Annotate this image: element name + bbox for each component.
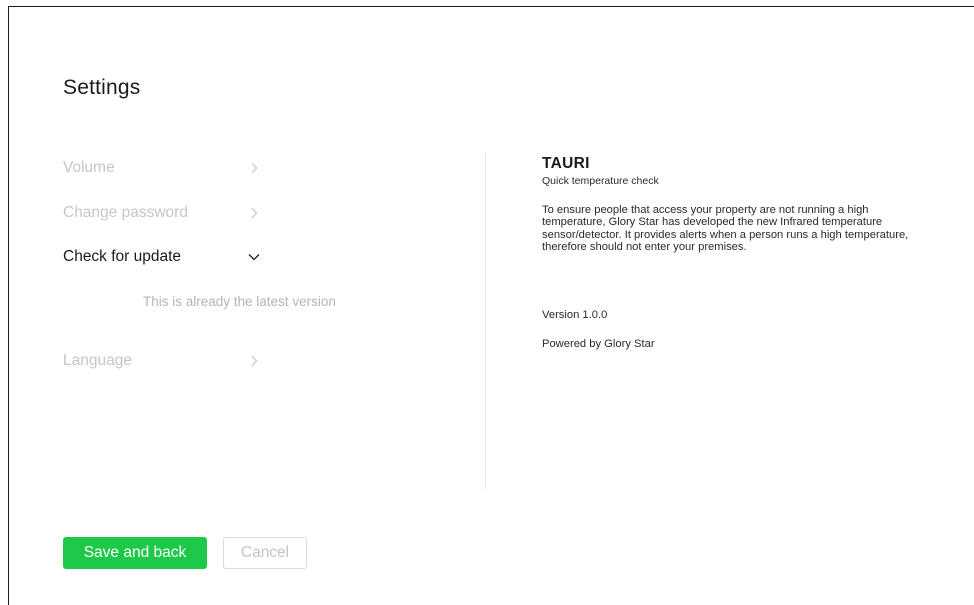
menu-item-label: Language bbox=[63, 352, 132, 369]
menu-item-change-password[interactable]: Change password bbox=[63, 200, 273, 226]
chevron-down-icon bbox=[247, 250, 261, 264]
menu-item-label: Check for update bbox=[63, 248, 182, 265]
menu-item-check-for-update[interactable]: Check for update bbox=[63, 244, 273, 270]
menu-item-label: Volume bbox=[63, 159, 115, 176]
chevron-right-icon bbox=[247, 206, 261, 220]
chevron-right-icon bbox=[247, 161, 261, 175]
powered-by-text: Powered by Glory Star bbox=[542, 338, 655, 350]
chevron-right-icon bbox=[247, 354, 261, 368]
menu-item-language[interactable]: Language bbox=[63, 348, 273, 374]
app-tagline: Quick temperature check bbox=[542, 175, 659, 187]
about-panel: TAURI Quick temperature check To ensure … bbox=[542, 155, 912, 350]
cancel-button[interactable]: Cancel bbox=[223, 537, 307, 569]
vertical-divider bbox=[485, 152, 486, 489]
version-text: Version 1.0.0 bbox=[542, 309, 608, 321]
page-title: Settings bbox=[63, 76, 141, 99]
save-and-back-button[interactable]: Save and back bbox=[63, 537, 207, 569]
app-name: TAURI bbox=[542, 155, 590, 172]
app-description: To ensure people that access your proper… bbox=[542, 204, 909, 254]
menu-item-volume[interactable]: Volume bbox=[63, 155, 273, 181]
menu-item-label: Change password bbox=[63, 204, 188, 221]
update-status-text: This is already the latest version bbox=[143, 294, 336, 309]
